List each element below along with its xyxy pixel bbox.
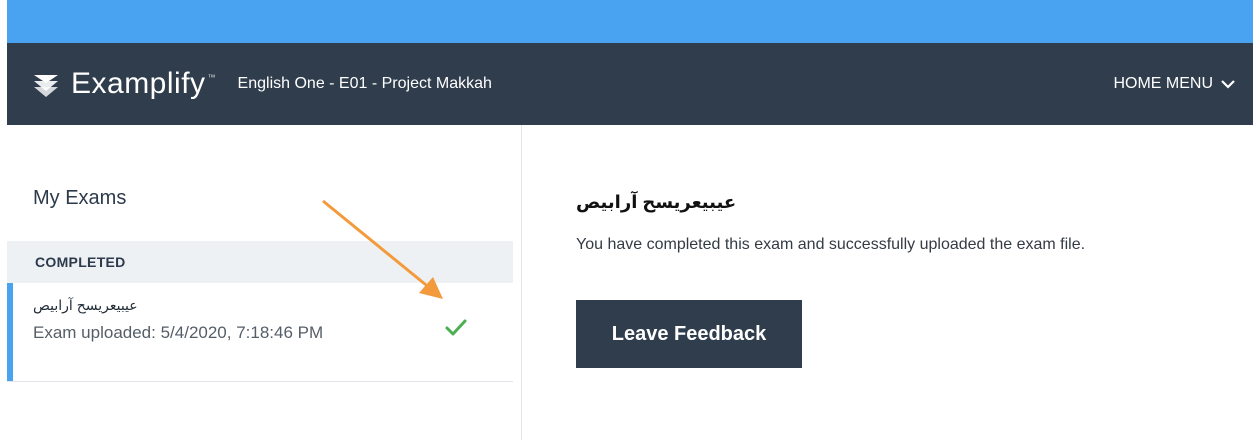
chevron-down-icon xyxy=(1221,80,1235,89)
app-logo: Examplify ™ xyxy=(31,67,216,101)
left-edge xyxy=(0,0,7,440)
exam-upload-status: Exam uploaded: 5/4/2020, 7:18:46 PM xyxy=(33,323,324,342)
home-menu-button[interactable]: HOME MENU xyxy=(1113,43,1235,125)
home-menu-label: HOME MENU xyxy=(1113,75,1213,92)
exam-name: عيبيعريسح آرابيص xyxy=(33,297,138,313)
app-header: Examplify ™ English One - E01 - Project … xyxy=(7,43,1253,125)
app-name: Examplify xyxy=(71,67,206,100)
course-title: English One - E01 - Project Makkah xyxy=(237,75,492,92)
section-label: COMPLETED xyxy=(35,254,126,270)
check-icon xyxy=(445,319,467,336)
completion-message: You have completed this exam and success… xyxy=(576,236,1086,253)
examplify-logo-icon xyxy=(34,75,58,97)
leave-feedback-button[interactable]: Leave Feedback xyxy=(576,300,802,368)
exam-title: عيبيعريسح آرابيص xyxy=(576,192,737,212)
trademark: ™ xyxy=(207,73,216,82)
pane-title: My Exams xyxy=(33,187,127,209)
browser-top-bar xyxy=(0,0,1253,43)
annotation-arrow-icon xyxy=(322,199,443,299)
selected-indicator xyxy=(7,283,13,381)
